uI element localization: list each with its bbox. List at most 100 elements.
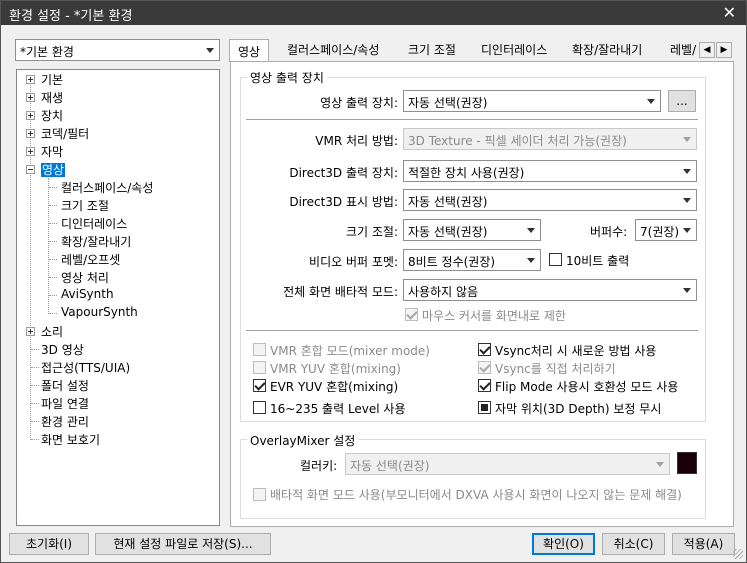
window-title: 환경 설정 - *기본 환경 bbox=[9, 9, 133, 24]
tab-crop[interactable]: 확장/잘라내기 bbox=[572, 41, 642, 61]
colorkey-swatch[interactable] bbox=[677, 452, 697, 474]
chevron-down-icon bbox=[679, 220, 696, 240]
tree-item-screensaver[interactable]: 화면 보호기 bbox=[41, 431, 100, 448]
tab-deinterlace[interactable]: 디인터레이스 bbox=[481, 41, 547, 61]
vsync-new-label: Vsync처리 시 새로운 방법 사용 bbox=[495, 344, 657, 358]
video-buffer-value: 8비트 정수(권장) bbox=[408, 255, 496, 269]
title-bar: 환경 설정 - *기본 환경 ✕ bbox=[1, 1, 746, 25]
buffer-label: 버퍼수: bbox=[590, 225, 628, 239]
d3d-display-value: 자동 선택(권장) bbox=[408, 195, 488, 209]
tree-item-folder[interactable]: 폴더 설정 bbox=[41, 377, 89, 394]
tree-item-level[interactable]: 레벨/오프셋 bbox=[61, 251, 120, 268]
vmr-method-select[interactable]: 3D Texture - 픽셀 세이더 처리 가능(권장) bbox=[403, 128, 697, 150]
save-current-button[interactable]: 현재 설정 파일로 저장(S)... bbox=[95, 533, 271, 555]
chevron-down-icon bbox=[202, 40, 219, 60]
tree-item-video[interactable]: 영상 bbox=[41, 161, 66, 178]
expand-icon[interactable] bbox=[26, 129, 35, 138]
checkbox-box bbox=[549, 253, 562, 266]
tab-colorspace[interactable]: 컬러스페이스/속성 bbox=[287, 41, 379, 61]
expand-icon[interactable] bbox=[26, 147, 35, 156]
chevron-down-icon bbox=[679, 161, 696, 181]
expand-icon[interactable] bbox=[26, 75, 35, 84]
expand-icon[interactable] bbox=[26, 327, 35, 336]
ok-button[interactable]: 확인(O) bbox=[532, 533, 595, 555]
reset-button[interactable]: 초기화(I) bbox=[9, 533, 89, 555]
tree-item-colorspace[interactable]: 컬러스페이스/속성 bbox=[61, 179, 153, 196]
tab-strip: 영상 컬러스페이스/속성 크기 조절 디인터레이스 확장/잘라내기 레벨/ ◀ … bbox=[229, 39, 734, 62]
resize-label: 크기 조절: bbox=[345, 225, 398, 239]
overlay-exclusive-label: 배타적 화면 모드 사용(부모니터에서 DXVA 사용시 화면이 나오지 않는 … bbox=[270, 488, 682, 502]
tree-item-basic[interactable]: 기본 bbox=[41, 71, 63, 88]
tab-resize[interactable]: 크기 조절 bbox=[408, 41, 456, 61]
buffer-count-select[interactable]: 7(권장) bbox=[635, 219, 697, 241]
tab-level[interactable]: 레벨/ bbox=[670, 41, 700, 61]
apply-button[interactable]: 적용(A) bbox=[672, 533, 735, 555]
tree-item-processing[interactable]: 영상 처리 bbox=[61, 269, 109, 286]
chevron-down-icon bbox=[643, 91, 660, 111]
evr-yuv-label: EVR YUV 혼합(mixing) bbox=[270, 380, 399, 394]
checkbox-box bbox=[253, 361, 266, 374]
expand-icon[interactable] bbox=[26, 93, 35, 102]
tab-scroll-left-icon[interactable]: ◀ bbox=[699, 42, 715, 58]
tree-item-crop[interactable]: 확장/잘라내기 bbox=[61, 233, 131, 250]
d3d-display-label: Direct3D 표시 방법: bbox=[289, 195, 398, 209]
vmr-mixer-label: VMR 혼합 모드(mixer mode) bbox=[270, 344, 430, 358]
output-device-select[interactable]: 자동 선택(권장) bbox=[403, 90, 661, 112]
tree-item-avisynth[interactable]: AviSynth bbox=[61, 287, 114, 301]
tree-item-accessibility[interactable]: 접근성(TTS/UIA) bbox=[41, 359, 130, 376]
d3d-output-value: 적절한 장치 사용(권장) bbox=[408, 166, 525, 180]
resize-value: 자동 선택(권장) bbox=[408, 225, 488, 239]
tab-scroll-right-icon[interactable]: ▶ bbox=[716, 42, 732, 58]
expand-icon[interactable] bbox=[26, 111, 35, 120]
overlay-group-title: OverlayMixer 설정 bbox=[247, 432, 359, 449]
tree-item-resize[interactable]: 크기 조절 bbox=[61, 197, 109, 214]
colorkey-select[interactable]: 자동 선택(권장) bbox=[345, 453, 670, 475]
checkbox-box bbox=[253, 488, 266, 501]
profile-select-value: *기본 환경 bbox=[20, 45, 74, 59]
output-group-title: 영상 출력 장치 bbox=[247, 69, 327, 86]
checkbox-box bbox=[253, 401, 266, 414]
level-16-235-label: 16~235 출력 Level 사용 bbox=[270, 402, 406, 416]
tree-item-codec[interactable]: 코덱/필터 bbox=[41, 125, 89, 142]
resize-select[interactable]: 자동 선택(권장) bbox=[403, 219, 541, 241]
d3d-output-select[interactable]: 적절한 장치 사용(권장) bbox=[403, 160, 697, 182]
fullscreen-exclusive-select[interactable]: 사용하지 않음 bbox=[403, 279, 697, 301]
tree-item-association[interactable]: 파일 연결 bbox=[41, 395, 89, 412]
checkbox-box bbox=[478, 379, 491, 392]
vmr-label: VMR 처리 방법: bbox=[315, 134, 398, 148]
tree-item-deinterlace[interactable]: 디인터레이스 bbox=[61, 215, 127, 232]
chevron-down-icon bbox=[652, 454, 669, 474]
close-icon[interactable]: ✕ bbox=[723, 3, 736, 22]
checkbox-box bbox=[405, 308, 418, 321]
chevron-down-icon bbox=[679, 129, 696, 149]
checkbox-box bbox=[478, 361, 491, 374]
tree-item-audio[interactable]: 소리 bbox=[41, 323, 63, 340]
tree-item-3d[interactable]: 3D 영상 bbox=[41, 341, 84, 358]
tree-item-vapoursynth[interactable]: VapourSynth bbox=[61, 305, 138, 319]
tree-item-playback[interactable]: 재생 bbox=[41, 89, 63, 106]
tree-item-subtitle[interactable]: 자막 bbox=[41, 143, 63, 160]
video-buffer-label: 비디오 버퍼 포멧: bbox=[309, 255, 398, 269]
cancel-button[interactable]: 취소(C) bbox=[602, 533, 665, 555]
vsync-direct-label: Vsync를 직접 처리하기 bbox=[495, 362, 616, 376]
vmr-yuv-label: VMR YUV 혼합(mixing) bbox=[270, 362, 401, 376]
tree-item-config-manage[interactable]: 환경 관리 bbox=[41, 413, 89, 430]
separator bbox=[246, 330, 698, 331]
settings-tree[interactable]: 기본 재생 장치 코덱/필터 자막 영상 컬러스페이스/속성 크기 조절 디인터… bbox=[16, 69, 220, 526]
video-buffer-select[interactable]: 8비트 정수(권장) bbox=[403, 249, 541, 271]
resize-grip-icon[interactable] bbox=[733, 549, 743, 559]
checkbox-box bbox=[253, 343, 266, 356]
tab-video[interactable]: 영상 bbox=[229, 39, 270, 62]
output-device-value: 자동 선택(권장) bbox=[408, 96, 488, 110]
collapse-icon[interactable] bbox=[26, 165, 35, 174]
tree-item-device[interactable]: 장치 bbox=[41, 107, 63, 124]
fse-label: 전체 화면 배타적 모드: bbox=[283, 285, 398, 299]
device-more-button[interactable]: ... bbox=[668, 90, 696, 112]
tenbit-output-label: 10비트 출력 bbox=[566, 254, 630, 268]
chevron-down-icon bbox=[523, 220, 540, 240]
profile-select[interactable]: *기본 환경 bbox=[15, 39, 220, 61]
checkbox-box bbox=[478, 401, 491, 414]
fullscreen-exclusive-value: 사용하지 않음 bbox=[408, 285, 479, 299]
d3d-display-select[interactable]: 자동 선택(권장) bbox=[403, 189, 697, 211]
mouse-limit-label: 마우스 커서를 화면내로 제한 bbox=[422, 309, 566, 323]
